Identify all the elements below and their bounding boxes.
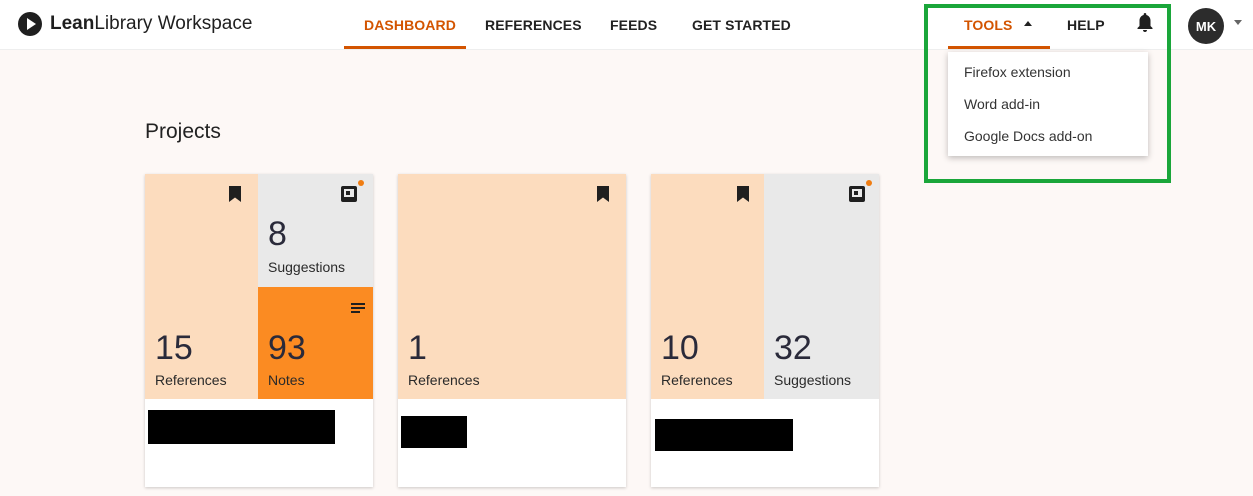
redacted-project-name <box>148 410 335 444</box>
references-label: References <box>155 372 227 388</box>
nav-get-started[interactable]: GET STARTED <box>692 17 791 33</box>
redacted-project-name <box>655 419 793 451</box>
references-tile[interactable]: 1 References <box>398 174 626 399</box>
newspaper-icon <box>849 186 865 202</box>
notification-dot <box>358 180 364 186</box>
suggestions-tile[interactable]: 32 Suggestions <box>764 174 879 399</box>
references-count: 1 <box>408 329 427 367</box>
highlight-box <box>924 4 1171 183</box>
references-label: References <box>408 372 480 388</box>
redacted-project-name <box>401 416 467 448</box>
references-tile[interactable]: 10 References <box>651 174 764 399</box>
nav-references[interactable]: REFERENCES <box>485 17 582 33</box>
notification-dot <box>866 180 872 186</box>
suggestions-label: Suggestions <box>268 259 346 275</box>
newspaper-icon <box>341 186 357 202</box>
app-logo[interactable]: LeanLibrary Workspace <box>18 12 252 36</box>
project-card[interactable]: 1 References <box>398 174 626 487</box>
chevron-down-icon[interactable] <box>1234 20 1242 25</box>
page-title: Projects <box>145 120 221 143</box>
notes-tile[interactable]: 93 Notes <box>258 287 373 399</box>
bookmark-icon <box>597 186 609 202</box>
notes-icon <box>351 303 365 315</box>
bookmark-icon <box>229 186 241 202</box>
references-label: References <box>661 372 733 388</box>
nav-feeds[interactable]: FEEDS <box>610 17 657 33</box>
references-tile[interactable]: 15 References <box>145 174 258 399</box>
suggestions-count: 32 <box>774 329 812 367</box>
notes-count: 93 <box>268 329 306 367</box>
references-count: 10 <box>661 329 699 367</box>
bookmark-icon <box>737 186 749 202</box>
play-logo-icon <box>18 12 42 36</box>
active-tab-indicator <box>344 46 466 49</box>
app-title: LeanLibrary Workspace <box>50 13 253 34</box>
project-card[interactable]: 15 References 8 Suggestions 93 Notes <box>145 174 373 487</box>
user-avatar[interactable]: MK <box>1188 8 1224 44</box>
references-count: 15 <box>155 329 193 367</box>
suggestions-label: Suggestions <box>774 372 852 388</box>
suggestions-tile[interactable]: 8 Suggestions <box>258 174 373 287</box>
notes-label: Notes <box>268 372 305 388</box>
suggestions-count: 8 <box>268 215 287 253</box>
nav-dashboard[interactable]: DASHBOARD <box>364 17 456 33</box>
project-card[interactable]: 10 References 32 Suggestions <box>651 174 879 487</box>
